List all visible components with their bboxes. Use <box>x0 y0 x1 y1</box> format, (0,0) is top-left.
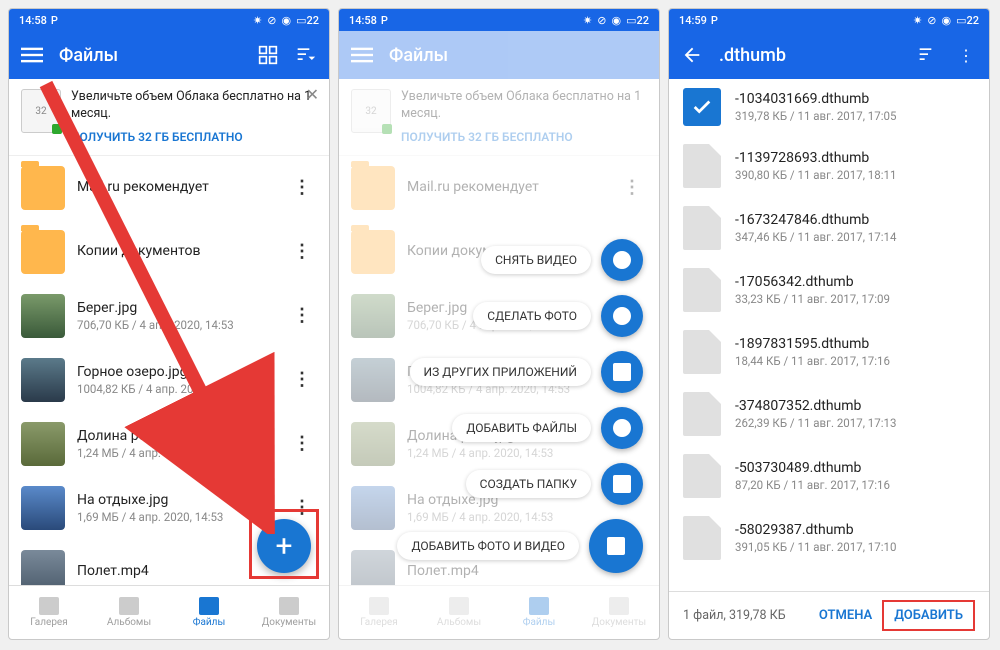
more-icon[interactable]: ⋮ <box>289 369 315 390</box>
sdcard-icon: 32 <box>21 89 61 133</box>
close-icon[interactable]: ✕ <box>306 85 319 104</box>
banner-cta[interactable]: ПОЛУЧИТЬ 32 ГБ БЕСПЛАТНО <box>71 129 317 145</box>
video-icon <box>613 251 631 269</box>
dnd-icon: ✷ <box>253 14 262 27</box>
list-item[interactable]: -1673247846.dthumb347,46 КБ / 11 авг. 20… <box>669 197 989 259</box>
more-icon[interactable]: ⋮ <box>289 241 315 262</box>
list-item[interactable]: -374807352.dthumb262,39 КБ / 11 авг. 201… <box>669 383 989 445</box>
checkbox-checked-icon[interactable] <box>683 88 721 126</box>
sd-add-files[interactable]: ДОБАВИТЬ ФАЙЛЫ <box>452 407 643 449</box>
gallery-icon <box>39 597 59 615</box>
image-thumb <box>21 422 65 466</box>
appbar: Файлы <box>339 31 659 79</box>
file-icon <box>683 516 721 560</box>
list-item[interactable]: -1897831595.dthumb18,44 КБ / 11 авг. 201… <box>669 321 989 383</box>
overflow-icon[interactable]: ⋮ <box>955 44 977 66</box>
file-list: -1034031669.dthumb319,78 КБ / 11 авг. 20… <box>669 79 989 591</box>
file-icon <box>683 454 721 498</box>
nav-docs[interactable]: Документы <box>249 586 329 639</box>
highlight-box <box>249 509 319 579</box>
nav-gallery[interactable]: Галерея <box>9 586 89 639</box>
list-item[interactable]: -1034031669.dthumb319,78 КБ / 11 авг. 20… <box>669 79 989 135</box>
more-icon[interactable]: ⋮ <box>289 433 315 454</box>
page-title: .dthumb <box>719 45 901 66</box>
more-icon[interactable]: ⋮ <box>289 305 315 326</box>
back-icon[interactable] <box>681 44 703 66</box>
docs-icon <box>279 597 299 615</box>
statusbar: 14:58 P ✷⊘◉▭22 <box>339 9 659 31</box>
list-item[interactable]: -1139728693.dthumb390,80 КБ / 11 авг. 20… <box>669 135 989 197</box>
battery-icon: ▭22 <box>296 14 319 27</box>
sort-icon[interactable] <box>295 44 317 66</box>
phone-screen-3: 14:59 P ✷⊘◉▭22 .dthumb ⋮ -1034031669.dth… <box>668 8 990 640</box>
wifi-icon: ◉ <box>281 14 291 27</box>
menu-icon[interactable] <box>21 44 43 66</box>
folder-icon <box>21 166 65 210</box>
sd-add-media[interactable]: ДОБАВИТЬ ФОТО И ВИДЕО <box>397 519 643 573</box>
list-item[interactable]: -17056342.dthumb33,23 КБ / 11 авг. 2017,… <box>669 259 989 321</box>
nav-files[interactable]: Файлы <box>169 586 249 639</box>
folder-plus-icon <box>613 475 631 493</box>
list-item[interactable]: Копии документов⋮ <box>9 220 329 284</box>
nav-albums[interactable]: Альбомы <box>89 586 169 639</box>
sd-create-folder[interactable]: СОЗДАТЬ ПАПКУ <box>466 463 643 505</box>
selection-footer: 1 файл, 319,78 КБ ОТМЕНА ДОБАВИТЬ <box>669 591 989 639</box>
image-thumb <box>21 294 65 338</box>
list-item[interactable]: Горное озеро.jpg1004,82 КБ / 4 апр. 2020… <box>9 348 329 412</box>
file-icon <box>683 206 721 250</box>
vibrate-icon: ⊘ <box>267 14 276 27</box>
bottom-nav: Галерея Альбомы Файлы Документы <box>9 585 329 639</box>
statusbar: 14:59 P ✷⊘◉▭22 <box>669 9 989 31</box>
phone-screen-1: 14:58 P ✷ ⊘ ◉ ▭22 Файлы 32 Увеличьте объ… <box>8 8 330 640</box>
file-icon <box>683 392 721 436</box>
sd-take-photo[interactable]: СДЕЛАТЬ ФОТО <box>473 295 643 337</box>
cloud-icon <box>199 597 219 615</box>
image-thumb <box>21 486 65 530</box>
appbar: .dthumb ⋮ <box>669 31 989 79</box>
list-item[interactable]: -503730489.dthumb87,20 КБ / 11 авг. 2017… <box>669 445 989 507</box>
grid-view-icon[interactable] <box>257 44 279 66</box>
list-item[interactable]: Долина реки.jpg1,24 МБ / 4 апр. 2020, 14… <box>9 412 329 476</box>
list-item[interactable]: Mail.ru рекомендует⋮ <box>9 156 329 220</box>
appbar: Файлы <box>9 31 329 79</box>
image-icon <box>607 537 625 555</box>
file-icon <box>683 144 721 188</box>
folder-icon <box>21 230 65 274</box>
sd-other-apps[interactable]: ИЗ ДРУГИХ ПРИЛОЖЕНИЙ <box>410 351 643 393</box>
page-title: Файлы <box>59 45 241 66</box>
promo-banner: 32 Увеличьте объем Облака бесплатно на 1… <box>9 79 329 156</box>
phone-screen-2: 14:58 P ✷⊘◉▭22 Файлы 32 Увеличьте объем … <box>338 8 660 640</box>
list-item[interactable]: -58029387.dthumb391,05 КБ / 11 авг. 2017… <box>669 507 989 569</box>
cancel-button[interactable]: ОТМЕНА <box>809 602 882 629</box>
file-icon <box>613 419 631 437</box>
apps-icon <box>613 363 631 381</box>
selection-info: 1 файл, 319,78 КБ <box>683 608 809 623</box>
status-time: 14:58 <box>19 14 47 27</box>
list-item[interactable]: Берег.jpg706,70 КБ / 4 апр. 2020, 14:53⋮ <box>9 284 329 348</box>
image-thumb <box>21 550 65 585</box>
sort-icon[interactable] <box>917 44 939 66</box>
add-button[interactable]: ДОБАВИТЬ <box>882 600 975 631</box>
image-thumb <box>21 358 65 402</box>
more-icon[interactable]: ⋮ <box>289 177 315 198</box>
speed-dial: СНЯТЬ ВИДЕО СДЕЛАТЬ ФОТО ИЗ ДРУГИХ ПРИЛО… <box>397 239 643 573</box>
banner-text: Увеличьте объем Облака бесплатно на 1 ме… <box>71 89 317 123</box>
albums-icon <box>119 597 139 615</box>
camera-icon <box>613 307 631 325</box>
file-icon <box>683 330 721 374</box>
statusbar: 14:58 P ✷ ⊘ ◉ ▭22 <box>9 9 329 31</box>
file-icon <box>683 268 721 312</box>
sd-record-video[interactable]: СНЯТЬ ВИДЕО <box>481 239 643 281</box>
